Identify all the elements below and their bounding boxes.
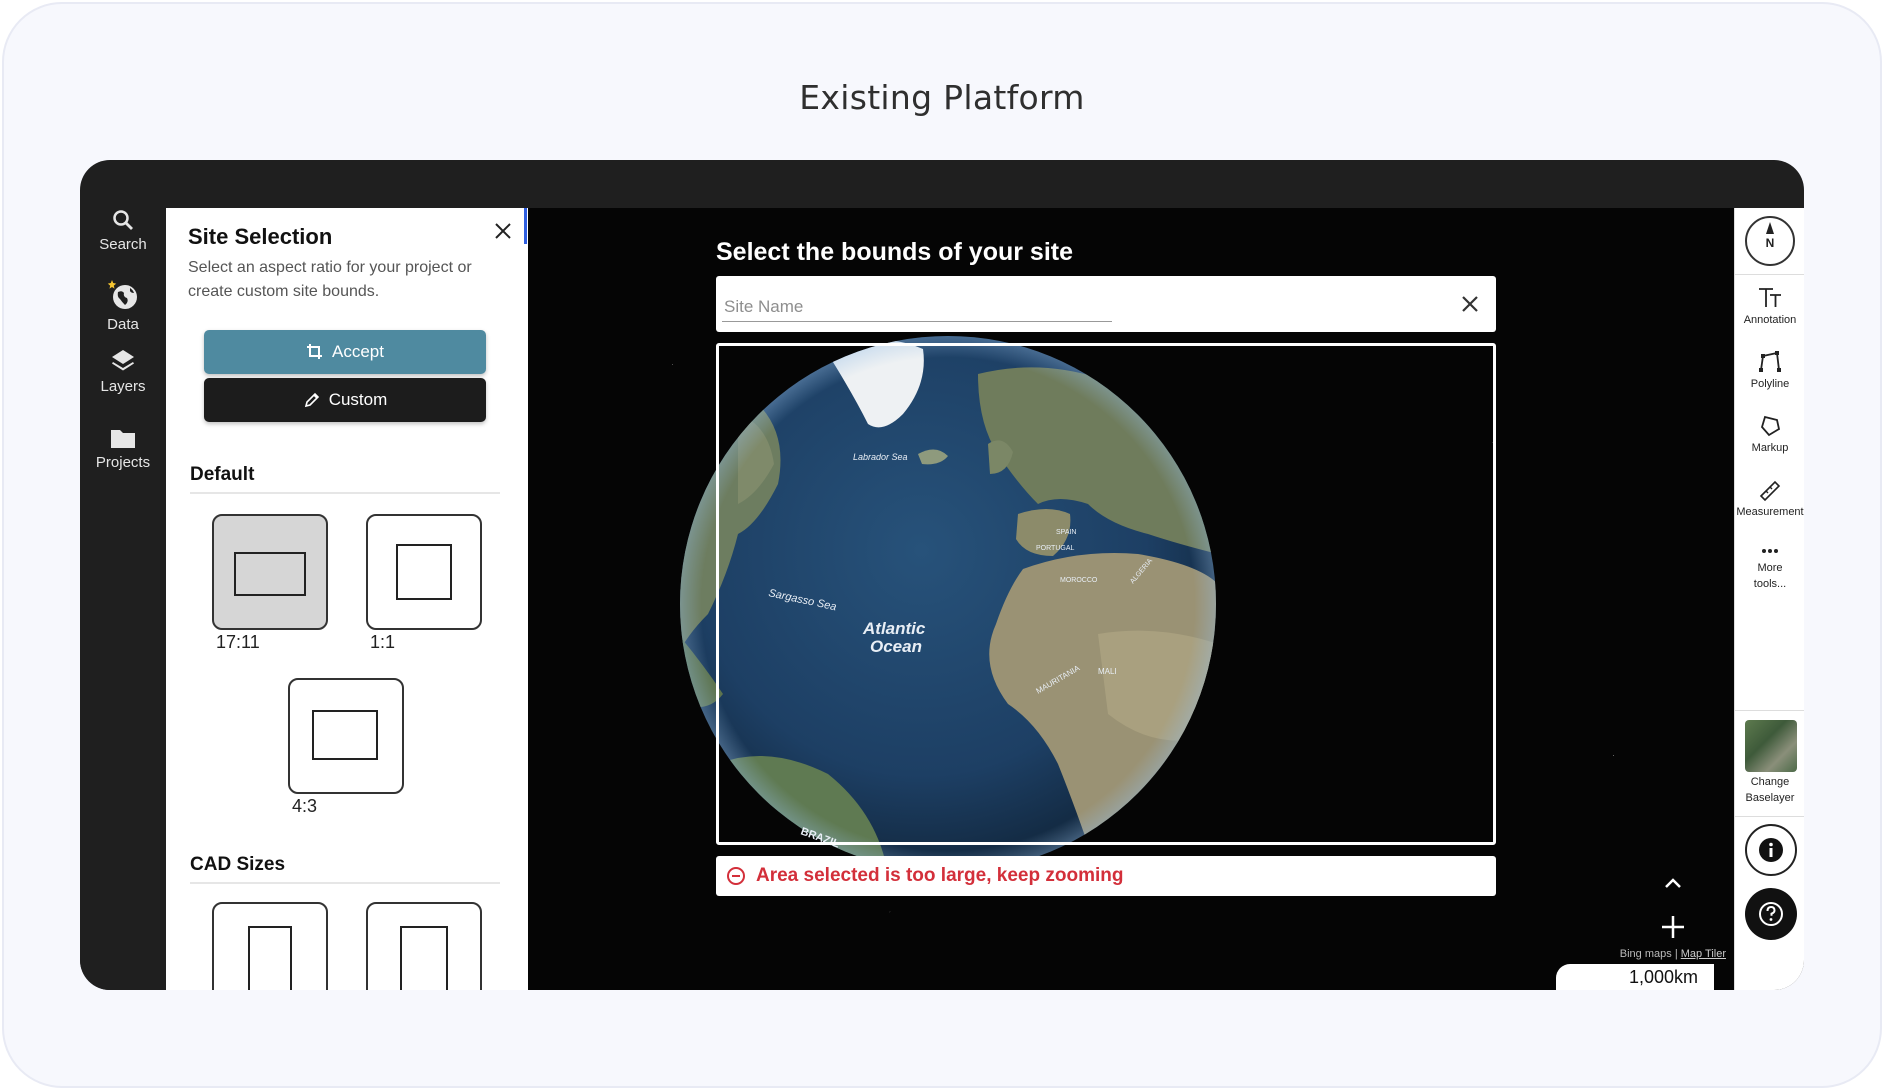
folder-icon: [111, 430, 135, 448]
panel-resize-handle[interactable]: [524, 208, 527, 244]
map-viewport[interactable]: Labrador Sea Sargasso Sea Atlantic Ocean…: [528, 208, 1734, 990]
compass[interactable]: N: [1745, 216, 1795, 266]
site-bounds-frame[interactable]: [716, 343, 1496, 845]
tool-more[interactable]: More tools...: [1735, 544, 1804, 592]
section-divider: [190, 492, 500, 494]
ratio-shape: [234, 552, 306, 596]
toolbar-divider: [1735, 816, 1804, 817]
tool-label: Annotation: [1743, 314, 1797, 326]
layers-icon: [112, 350, 134, 371]
ratio-option-17-11[interactable]: [212, 514, 328, 630]
section-divider: [190, 882, 500, 884]
bing-credit: Bing maps: [1619, 948, 1672, 960]
crop-icon: [307, 344, 322, 359]
ratio-label: 17:11: [216, 632, 260, 652]
section-title-cad: CAD Sizes: [190, 854, 286, 875]
maptiler-link[interactable]: Map Tiler: [1681, 948, 1726, 960]
text-icon: [1759, 288, 1781, 307]
help-button[interactable]: [1745, 888, 1797, 940]
ratio-label: 4:3: [292, 796, 318, 816]
change-baselayer-button[interactable]: Change Baselayer: [1735, 774, 1804, 806]
right-toolbar: N Annotation Polyline Markup Measurement…: [1734, 208, 1804, 990]
rail-item-data[interactable]: Data: [80, 278, 166, 333]
compass-icon: N: [1766, 222, 1775, 250]
rail-item-projects[interactable]: Projects: [80, 426, 166, 471]
site-selection-panel: Site Selection Select an aspect ratio fo…: [166, 208, 528, 990]
markup-icon: [1760, 415, 1781, 437]
rail-item-label: Layers: [100, 378, 146, 395]
pan-up-icon[interactable]: [1658, 868, 1688, 898]
pencil-icon: [304, 392, 319, 408]
clear-icon[interactable]: [1456, 290, 1484, 318]
help-icon: [1759, 902, 1783, 926]
toolbar-divider: [1735, 710, 1804, 711]
panel-description: Select an aspect ratio for your project …: [188, 259, 472, 300]
custom-button[interactable]: Custom: [204, 378, 486, 422]
tool-label: Markup: [1751, 442, 1789, 454]
rail-item-label: Data: [107, 316, 139, 333]
map-heading: Select the bounds of your site: [716, 238, 1073, 266]
close-icon[interactable]: [488, 216, 518, 246]
cad-option-portrait[interactable]: [212, 902, 328, 990]
rail-item-layers[interactable]: Layers: [80, 348, 166, 395]
section-title-default: Default: [190, 464, 255, 485]
toolbar-divider: [1735, 274, 1804, 275]
globe-icon: [107, 280, 137, 309]
ruler-icon: [1759, 480, 1781, 502]
ratio-label: 1:1: [370, 632, 396, 652]
ratio-option-4-3[interactable]: [288, 678, 404, 794]
scale-bar: 1,000km: [1556, 964, 1714, 990]
tool-label: More tools...: [1753, 562, 1787, 590]
accept-button-label: Accept: [332, 342, 384, 361]
search-icon: [113, 210, 133, 230]
app-window: Search Data Layers Projects Site Selecti…: [80, 160, 1804, 990]
zoom-in-icon[interactable]: [1658, 912, 1688, 942]
map-credits: Bing maps | Map Tiler: [1619, 948, 1726, 960]
tool-annotation[interactable]: Annotation: [1735, 286, 1804, 328]
tool-label: Change Baselayer: [1745, 776, 1795, 804]
rail-item-label: Projects: [95, 454, 151, 471]
site-name-input[interactable]: [722, 286, 1112, 322]
error-icon: [727, 867, 745, 885]
cad-shape: [248, 926, 292, 990]
tool-measurement[interactable]: Measurement: [1735, 478, 1804, 520]
polyline-icon: [1759, 351, 1781, 372]
cad-shape: [400, 926, 448, 990]
accept-button[interactable]: Accept: [204, 330, 486, 374]
page-heading: Existing Platform: [799, 78, 1085, 117]
panel-title: Site Selection: [188, 224, 333, 249]
cad-option-portrait-wide[interactable]: [366, 902, 482, 990]
error-text: Area selected is too large, keep zooming: [756, 865, 1124, 886]
info-icon: [1759, 838, 1783, 862]
custom-button-label: Custom: [328, 390, 388, 409]
site-name-box: [716, 276, 1496, 332]
tool-markup[interactable]: Markup: [1735, 414, 1804, 456]
info-button[interactable]: [1745, 824, 1797, 876]
rail-item-search[interactable]: Search: [80, 208, 166, 253]
rail-item-label: Search: [99, 236, 147, 253]
more-icon: [1762, 549, 1778, 553]
left-rail: Search Data Layers Projects: [80, 208, 166, 990]
baselayer-thumbnail[interactable]: [1745, 720, 1797, 772]
tool-label: Polyline: [1750, 378, 1790, 390]
ratio-option-1-1[interactable]: [366, 514, 482, 630]
ratio-shape: [312, 710, 378, 760]
compass-north: N: [1766, 236, 1775, 250]
ratio-shape: [396, 544, 452, 600]
tool-label: Measurement: [1736, 506, 1804, 518]
error-message: Area selected is too large, keep zooming: [716, 856, 1496, 896]
tool-polyline[interactable]: Polyline: [1735, 350, 1804, 392]
